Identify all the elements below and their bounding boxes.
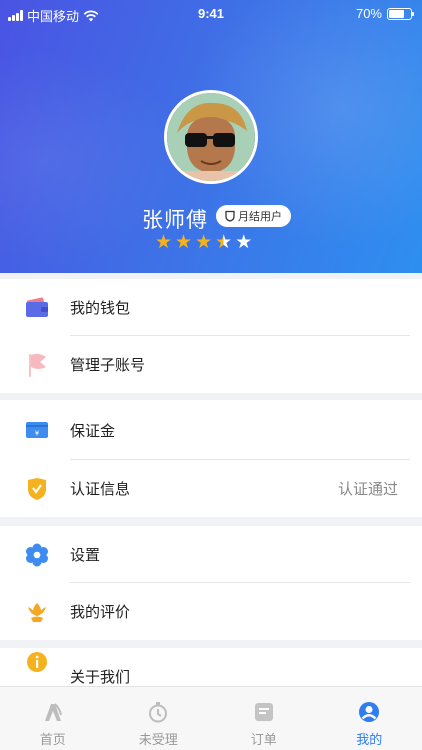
- wallet-icon: [25, 296, 49, 320]
- tab-home[interactable]: 首页: [0, 687, 106, 750]
- profile-icon: [359, 702, 380, 722]
- settings-icon: [25, 543, 49, 567]
- rating-star-icon: ★: [235, 231, 253, 253]
- info-icon: [25, 650, 49, 674]
- account-type-label: 月结用户: [238, 210, 282, 223]
- menu-label-wallet: 我的钱包: [70, 299, 131, 317]
- orders-document-icon: [254, 703, 273, 721]
- menu-label-verification: 认证信息: [70, 480, 131, 498]
- tab-label-home: 首页: [39, 733, 66, 748]
- menu-label-reviews: 我的评价: [70, 603, 131, 621]
- home-logo-icon: [44, 703, 62, 721]
- menu-item-wallet[interactable]: 我的钱包: [0, 279, 422, 336]
- tab-pending[interactable]: 未受理: [106, 687, 212, 750]
- menu-item-reviews[interactable]: 我的评价: [0, 583, 422, 640]
- tab-label-pending: 未受理: [138, 733, 178, 748]
- about-section: 关于我们: [0, 648, 422, 686]
- shield-icon: [225, 210, 235, 222]
- reviews-flower-icon: [25, 600, 49, 624]
- verified-shield-icon: [25, 477, 49, 501]
- avatar-image: [167, 93, 255, 181]
- rating-star-icon: ★: [175, 231, 193, 253]
- menu-item-sub-accounts[interactable]: 管理子账号: [0, 336, 422, 393]
- status-bar: 中国移动 9:41 70%: [0, 0, 422, 28]
- deposit-card-icon: ¥: [25, 418, 49, 442]
- tab-label-me: 我的: [356, 733, 383, 748]
- rating-stars: ★ ★ ★ ★ ★: [155, 233, 252, 252]
- battery-icon: [387, 7, 414, 20]
- menu-label-settings: 设置: [70, 546, 101, 564]
- menu-label-about: 关于我们: [70, 668, 131, 686]
- tab-me[interactable]: 我的: [317, 687, 422, 750]
- rating-star-icon: ★: [215, 231, 233, 253]
- menu-label-sub-accounts: 管理子账号: [70, 356, 146, 374]
- menu-item-settings[interactable]: 设置: [0, 526, 422, 583]
- account-section: 我的钱包 管理子账号: [0, 279, 422, 393]
- menu-label-deposit: 保证金: [70, 421, 116, 440]
- user-name: 张师傅: [142, 208, 208, 232]
- account-type-badge: 月结用户: [216, 205, 291, 227]
- flag-icon: [25, 353, 49, 377]
- finance-section: ¥ 保证金 认证信息 认证通过: [0, 400, 422, 517]
- bottom-tab-bar: 首页 未受理 订单 我的: [0, 686, 422, 750]
- avatar[interactable]: [164, 90, 258, 184]
- battery-percent: 70%: [355, 6, 382, 21]
- tab-label-orders: 订单: [250, 733, 277, 748]
- profile-header: 中国移动 9:41 70% 张师傅 月结用户 ★ ★ ★ ★ ★: [0, 0, 422, 273]
- menu-item-about[interactable]: 关于我们: [0, 648, 422, 686]
- svg-text:¥: ¥: [35, 430, 40, 438]
- verification-status: 认证通过: [337, 480, 398, 498]
- menu-item-verification[interactable]: 认证信息 认证通过: [0, 460, 422, 517]
- tab-orders[interactable]: 订单: [211, 687, 317, 750]
- menu-item-deposit[interactable]: ¥ 保证金: [0, 400, 422, 460]
- status-right: 70%: [355, 6, 414, 21]
- stopwatch-icon: [149, 702, 168, 723]
- rating-star-icon: ★: [155, 231, 173, 253]
- rating-star-icon: ★: [195, 231, 213, 253]
- preferences-section: 设置 我的评价: [0, 526, 422, 640]
